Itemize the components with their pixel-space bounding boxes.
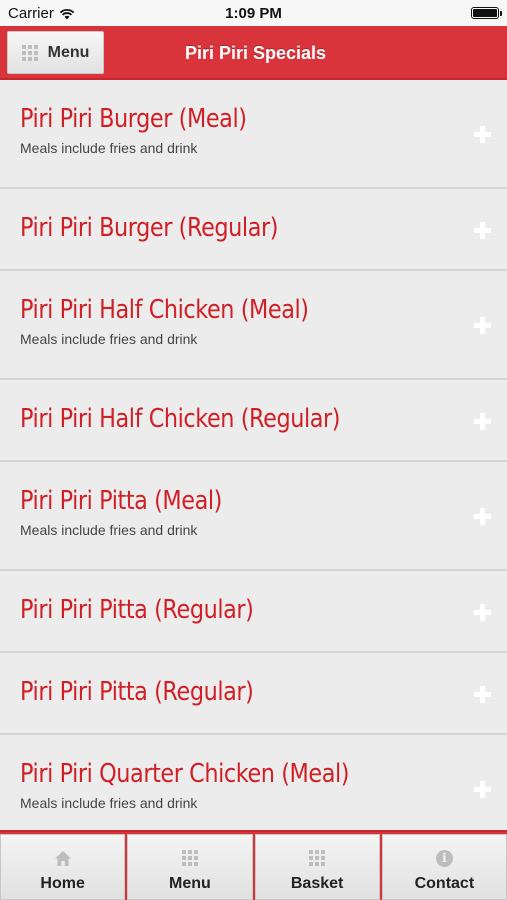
menu-item[interactable]: Piri Piri Burger (Meal) Meals include fr… bbox=[0, 80, 507, 189]
grid-icon bbox=[21, 44, 38, 61]
menu-item[interactable]: Piri Piri Burger (Regular) bbox=[0, 189, 507, 271]
add-icon[interactable] bbox=[474, 222, 491, 239]
battery-icon bbox=[471, 7, 502, 19]
header-bar: Menu Piri Piri Specials bbox=[0, 26, 507, 80]
menu-item[interactable]: Piri Piri Half Chicken (Regular) bbox=[0, 380, 507, 462]
item-name: Piri Piri Pitta (Regular) bbox=[20, 677, 254, 707]
add-icon[interactable] bbox=[474, 508, 491, 525]
item-name: Piri Piri Pitta (Regular) bbox=[20, 595, 254, 625]
menu-item[interactable]: Piri Piri Pitta (Meal) Meals include fri… bbox=[0, 462, 507, 571]
info-icon: i bbox=[435, 849, 453, 867]
tab-label: Home bbox=[40, 875, 85, 892]
add-icon[interactable] bbox=[474, 126, 491, 143]
home-icon bbox=[54, 849, 72, 867]
tab-menu[interactable]: Menu bbox=[127, 834, 253, 900]
item-description: Meals include fries and drink bbox=[20, 522, 198, 538]
add-icon[interactable] bbox=[474, 686, 491, 703]
tab-label: Basket bbox=[290, 875, 344, 892]
item-description: Meals include fries and drink bbox=[20, 140, 198, 156]
grid-icon bbox=[309, 849, 326, 867]
tab-basket[interactable]: Basket bbox=[254, 834, 380, 900]
add-icon[interactable] bbox=[474, 317, 491, 334]
item-description: Meals include fries and drink bbox=[20, 795, 198, 811]
menu-item[interactable]: Piri Piri Quarter Chicken (Meal) Meals i… bbox=[0, 735, 507, 830]
clock: 1:09 PM bbox=[225, 5, 282, 22]
item-name: Piri Piri Pitta (Meal) bbox=[20, 486, 222, 516]
item-name: Piri Piri Burger (Meal) bbox=[20, 104, 247, 134]
menu-item[interactable]: Piri Piri Pitta (Regular) bbox=[0, 571, 507, 653]
page-title: Piri Piri Specials bbox=[184, 42, 327, 63]
menu-button[interactable]: Menu bbox=[7, 31, 104, 74]
item-name: Piri Piri Quarter Chicken (Meal) bbox=[20, 759, 350, 789]
item-name: Piri Piri Burger (Regular) bbox=[20, 213, 279, 243]
menu-button-label: Menu bbox=[47, 43, 90, 61]
tab-label: Menu bbox=[168, 875, 211, 892]
add-icon[interactable] bbox=[474, 413, 491, 430]
item-name: Piri Piri Half Chicken (Meal) bbox=[20, 295, 309, 325]
tab-contact[interactable]: i Contact bbox=[381, 834, 507, 900]
tab-label: Contact bbox=[414, 875, 475, 892]
bottom-tab-bar: Home Menu Basket i Contact bbox=[0, 830, 507, 900]
item-description: Meals include fries and drink bbox=[20, 331, 198, 347]
menu-item-list: Piri Piri Burger (Meal) Meals include fr… bbox=[0, 80, 507, 830]
menu-item[interactable]: Piri Piri Pitta (Regular) bbox=[0, 653, 507, 735]
tab-home[interactable]: Home bbox=[0, 834, 126, 900]
grid-icon bbox=[181, 849, 198, 867]
status-bar: Carrier 1:09 PM bbox=[0, 0, 507, 26]
menu-item[interactable]: Piri Piri Half Chicken (Meal) Meals incl… bbox=[0, 271, 507, 380]
add-icon[interactable] bbox=[474, 604, 491, 621]
add-icon[interactable] bbox=[474, 781, 491, 798]
item-name: Piri Piri Half Chicken (Regular) bbox=[20, 404, 341, 434]
